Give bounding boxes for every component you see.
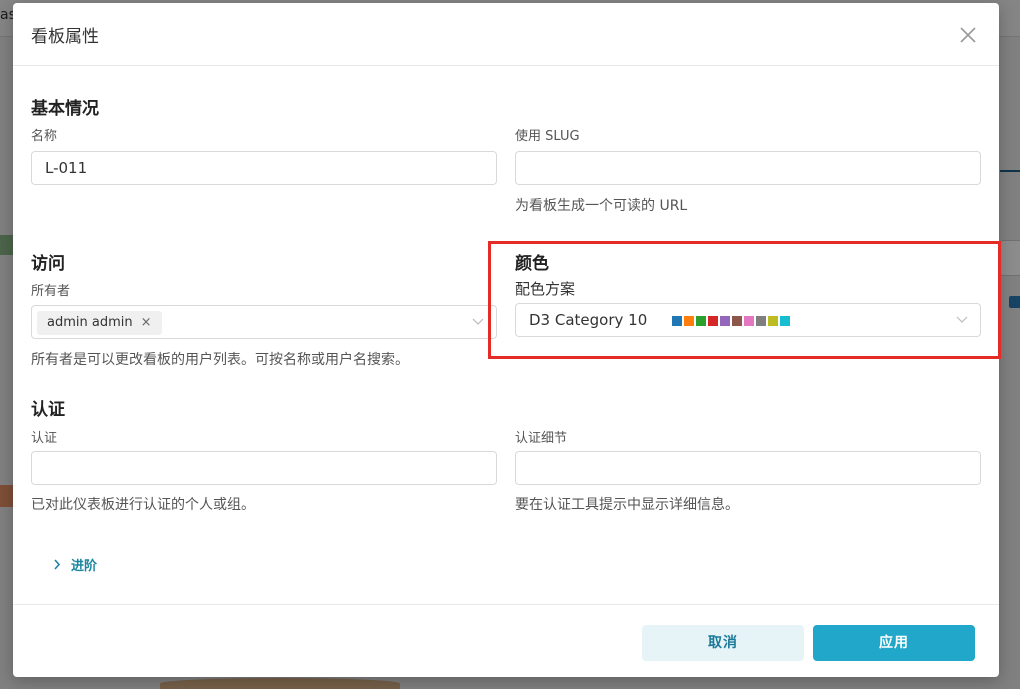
- remove-owner-icon[interactable]: ×: [141, 315, 152, 330]
- close-icon: [960, 27, 976, 43]
- name-input[interactable]: L-011: [31, 151, 497, 185]
- owners-select[interactable]: admin admin ×: [31, 305, 497, 339]
- certification-input[interactable]: [31, 451, 497, 485]
- owner-tag: admin admin ×: [37, 311, 162, 335]
- dialog-title: 看板属性: [31, 27, 99, 47]
- dialog-header: 看板属性: [13, 3, 999, 66]
- certification-label: 认证: [31, 431, 58, 446]
- highlight-box: [488, 241, 1001, 359]
- certification-details-helper-text: 要在认证工具提示中显示详细信息。: [515, 497, 739, 513]
- apply-button[interactable]: 应用: [813, 625, 975, 661]
- owners-label: 所有者: [31, 284, 71, 299]
- certification-details-input[interactable]: [515, 451, 981, 485]
- name-label: 名称: [31, 129, 58, 144]
- certification-details-label: 认证细节: [515, 431, 568, 446]
- owner-tag-label: admin admin: [47, 315, 133, 330]
- access-section-heading: 访问: [31, 254, 65, 274]
- chevron-right-icon: [54, 559, 61, 570]
- advanced-label: 进阶: [71, 559, 98, 574]
- certification-section-heading: 认证: [31, 400, 65, 420]
- cancel-button[interactable]: 取消: [642, 625, 804, 661]
- dialog-footer: 取消 应用: [13, 604, 999, 678]
- slug-input[interactable]: [515, 151, 981, 185]
- advanced-toggle[interactable]: 进阶: [53, 555, 97, 574]
- slug-helper-text: 为看板生成一个可读的 URL: [515, 198, 688, 214]
- chevron-down-icon: [472, 318, 484, 325]
- slug-label: 使用 SLUG: [515, 129, 580, 144]
- owners-helper-text: 所有者是可以更改看板的用户列表。可按名称或用户名搜索。: [31, 352, 409, 368]
- basic-section-heading: 基本情况: [31, 99, 99, 119]
- close-button[interactable]: [957, 24, 979, 46]
- certification-helper-text: 已对此仪表板进行认证的个人或组。: [31, 497, 255, 513]
